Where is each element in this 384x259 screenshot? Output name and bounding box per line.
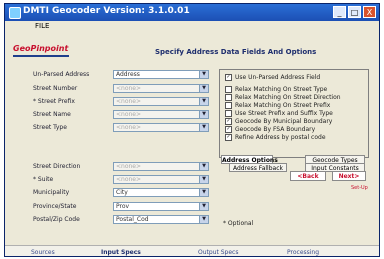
checkbox-icon[interactable] [225,110,232,117]
select-unparsed-address[interactable]: Address ▼ [113,70,209,79]
select-street-direction[interactable]: <none> ▼ [113,162,209,171]
checkbox-checked-icon[interactable]: ✓ [225,134,232,141]
chevron-down-icon[interactable]: ▼ [199,71,208,78]
chevron-down-icon[interactable]: ▼ [199,189,208,196]
chevron-down-icon[interactable]: ▼ [199,203,208,210]
app-window: DMTI Geocoder Version: 3.1.0.01 _ □ X FI… [4,3,380,257]
checkbox-icon[interactable] [225,86,232,93]
field-label-municipality: Municipality [33,189,70,196]
option-refine-postal[interactable]: ✓ Refine Address by postal code [225,134,326,141]
chevron-down-icon[interactable]: ▼ [199,176,208,183]
select-street-type[interactable]: <none> ▼ [113,123,209,132]
option-geocode-fsa[interactable]: ✓ Geocode By FSA Boundary [225,126,315,133]
field-label-street-number: Street Number [33,85,78,92]
logo-underline [13,55,69,57]
close-button[interactable]: X [363,6,376,18]
option-relax-street-prefix[interactable]: Relax Matching On Street Prefix [225,102,330,109]
option-prefix-suffix-type[interactable]: Use Street Prefix and Suffix Type [225,110,333,117]
chevron-down-icon[interactable]: ▼ [199,111,208,118]
option-geocode-municipal[interactable]: ✓ Geocode By Municipal Boundary [225,118,332,125]
tab-processing[interactable]: Processing [287,249,319,256]
menu-file[interactable]: FILE [35,22,49,30]
maximize-button[interactable]: □ [348,6,361,18]
field-label-suite: * Suite [33,176,54,183]
title-bar: DMTI Geocoder Version: 3.1.0.01 _ □ X [5,4,379,21]
menu-bar: FILE [5,21,379,33]
page-heading: Specify Address Data Fields And Options [155,48,317,56]
field-label-postal-zip: Postal/Zip Code [33,216,80,223]
tab-output-specs[interactable]: Output Specs [198,249,238,256]
field-label-street-type: Street Type [33,124,67,131]
address-options-panel: ✓ Use Un-Parsed Address Field Relax Match… [219,69,369,158]
field-label-street-name: Street Name [33,111,71,118]
tab-address-fallback[interactable]: Address Fallback [229,163,287,172]
option-relax-street-direction[interactable]: Relax Matching On Street Direction [225,94,341,101]
chevron-down-icon[interactable]: ▼ [199,85,208,92]
select-street-prefix[interactable]: <none> ▼ [113,97,209,106]
select-suite[interactable]: <none> ▼ [113,175,209,184]
next-button[interactable]: Next> [332,171,366,181]
checkbox-icon[interactable] [225,94,232,101]
chevron-down-icon[interactable]: ▼ [199,124,208,131]
checkbox-checked-icon[interactable]: ✓ [225,126,232,133]
optional-note: * Optional [223,220,254,227]
select-street-number[interactable]: <none> ▼ [113,84,209,93]
checkbox-icon[interactable] [225,102,232,109]
tab-sources[interactable]: Sources [31,249,55,256]
field-label-unparsed-address: Un-Parsed Address [33,71,90,78]
field-label-street-direction: Street Direction [33,163,81,170]
option-relax-street-type[interactable]: Relax Matching On Street Type [225,86,327,93]
window-title: DMTI Geocoder Version: 3.1.0.01 [23,6,190,16]
geopinpoint-logo: GeoPinpoint [13,44,69,53]
setup-link[interactable]: Set-Up [351,185,368,191]
chevron-down-icon[interactable]: ▼ [199,98,208,105]
tab-input-specs[interactable]: Input Specs [101,249,141,256]
back-button[interactable]: <Back [290,171,326,181]
field-label-street-prefix: * Street Prefix [33,98,75,105]
select-postal-zip[interactable]: Postal_Cod ▼ [113,215,209,224]
bottom-tab-bar: Sources Input Specs Output Specs Process… [5,245,379,256]
checkbox-checked-icon[interactable]: ✓ [225,118,232,125]
chevron-down-icon[interactable]: ▼ [199,216,208,223]
app-icon [9,7,21,19]
minimize-button[interactable]: _ [333,6,346,18]
chevron-down-icon[interactable]: ▼ [199,163,208,170]
field-label-province-state: Province/State [33,203,77,210]
option-use-unparsed[interactable]: ✓ Use Un-Parsed Address Field [225,74,320,81]
checkbox-checked-icon[interactable]: ✓ [225,74,232,81]
select-street-name[interactable]: <none> ▼ [113,110,209,119]
select-municipality[interactable]: City ▼ [113,188,209,197]
select-province-state[interactable]: Prov ▼ [113,202,209,211]
